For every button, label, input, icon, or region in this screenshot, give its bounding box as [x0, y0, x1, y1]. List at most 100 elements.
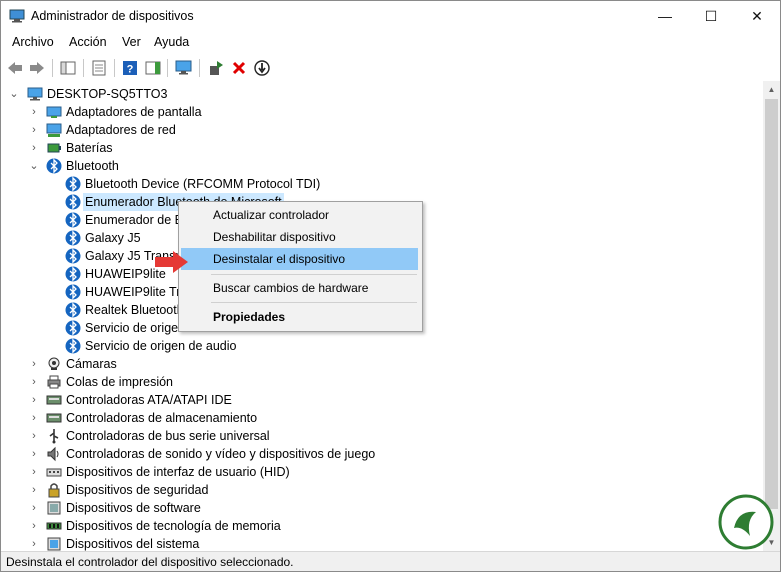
tree-category[interactable]: › Adaptadores de pantalla — [1, 103, 701, 121]
tree-category[interactable]: › Adaptadores de red — [1, 121, 701, 139]
update-driver-icon — [210, 61, 223, 75]
menu-archivo[interactable]: Archivo — [12, 35, 54, 49]
toolbar-separator — [199, 59, 200, 77]
menu-item-update-driver[interactable]: Actualizar controlador — [181, 204, 418, 226]
chevron-right-icon[interactable]: › — [29, 373, 39, 391]
status-text: Desinstala el controlador del dispositiv… — [6, 555, 294, 569]
chevron-right-icon[interactable]: › — [29, 427, 39, 445]
bluetooth-icon — [65, 266, 81, 282]
minimize-button[interactable]: — — [642, 1, 688, 31]
menu-ayuda[interactable]: Ayuda — [154, 35, 189, 49]
tree-category[interactable]: › Dispositivos de seguridad — [1, 481, 701, 499]
scroll-up-button[interactable]: ▲ — [763, 81, 780, 98]
tree-category[interactable]: › Controladoras ATA/ATAPI IDE — [1, 391, 701, 409]
properties-button[interactable] — [89, 58, 109, 78]
red-x-icon — [232, 61, 246, 75]
back-arrow-icon — [8, 62, 22, 74]
menu-item-scan-hardware[interactable]: Buscar cambios de hardware — [181, 277, 418, 299]
tree-category[interactable]: › Dispositivos de tecnología de memoria — [1, 517, 701, 535]
category-label: Controladoras ATA/ATAPI IDE — [66, 393, 232, 407]
tree-category[interactable]: › Cámaras — [1, 355, 701, 373]
svg-text:?: ? — [127, 64, 134, 76]
tree-category[interactable]: › Baterías — [1, 139, 701, 157]
vertical-scrollbar[interactable]: ▲ ▼ — [763, 81, 780, 551]
category-label: Adaptadores de pantalla — [66, 105, 202, 119]
device-manager-icon — [9, 9, 25, 23]
disable-device-button[interactable] — [252, 58, 272, 78]
category-label: Baterías — [66, 141, 113, 155]
chevron-right-icon[interactable]: › — [29, 139, 39, 157]
bluetooth-icon — [65, 230, 81, 246]
tree-category[interactable]: › Colas de impresión — [1, 373, 701, 391]
chevron-right-icon[interactable]: › — [29, 481, 39, 499]
menu-ver[interactable]: Ver — [122, 35, 141, 49]
maximize-button[interactable]: ☐ — [688, 1, 734, 31]
toolbar-separator — [83, 59, 84, 77]
down-arrow-circle-icon — [254, 60, 270, 76]
tree-category[interactable]: › Controladoras de almacenamiento — [1, 409, 701, 427]
menu-accion[interactable]: Acción — [69, 35, 107, 49]
chevron-right-icon[interactable]: › — [29, 121, 39, 139]
menu-item-properties[interactable]: Propiedades — [181, 306, 418, 328]
bluetooth-icon — [65, 320, 81, 336]
chevron-right-icon[interactable]: › — [29, 103, 39, 121]
device-label: Realtek Bluetooth — [85, 303, 184, 317]
category-label: Adaptadores de red — [66, 123, 176, 137]
update-driver-button[interactable] — [206, 58, 226, 78]
tree-category[interactable]: › Dispositivos de interfaz de usuario (H… — [1, 463, 701, 481]
chevron-right-icon[interactable]: › — [29, 499, 39, 517]
menu-separator — [211, 302, 417, 303]
toolbar: ? — [1, 55, 780, 82]
camera-icon — [48, 357, 60, 370]
show-hide-console-tree-button[interactable] — [58, 58, 78, 78]
chevron-right-icon[interactable]: › — [29, 463, 39, 481]
menu-item-disable-device[interactable]: Deshabilitar dispositivo — [181, 226, 418, 248]
category-label: Colas de impresión — [66, 375, 173, 389]
tree-root[interactable]: ⌄ DESKTOP-SQ5TTO3 — [1, 85, 701, 103]
category-label: Dispositivos del sistema — [66, 537, 200, 551]
device-label: Galaxy J5 — [85, 231, 141, 245]
action-pane-icon — [145, 61, 161, 75]
chevron-right-icon[interactable]: › — [29, 355, 39, 373]
tree-category[interactable]: › Controladoras de sonido y vídeo y disp… — [1, 445, 701, 463]
computer-icon — [27, 87, 43, 101]
system-device-icon — [47, 537, 61, 551]
chevron-right-icon[interactable]: › — [29, 535, 39, 551]
tree-device[interactable]: Servicio de origen de audio — [1, 337, 701, 355]
category-label: Dispositivos de interfaz de usuario (HID… — [66, 465, 290, 479]
red-arrow-icon — [155, 251, 188, 273]
help-icon: ? — [123, 61, 137, 76]
storage-controller-icon — [46, 413, 62, 423]
bluetooth-icon — [65, 338, 81, 354]
chevron-down-icon[interactable]: ⌄ — [29, 157, 39, 175]
tree-category[interactable]: › Dispositivos del sistema — [1, 535, 701, 551]
back-button[interactable] — [5, 58, 25, 78]
chevron-right-icon[interactable]: › — [29, 409, 39, 427]
bluetooth-icon — [65, 302, 81, 318]
forward-button[interactable] — [27, 58, 47, 78]
tree-category[interactable]: › Dispositivos de software — [1, 499, 701, 517]
uninstall-device-button[interactable] — [229, 58, 249, 78]
help-button[interactable]: ? — [120, 58, 140, 78]
action-pane-button[interactable] — [143, 58, 163, 78]
chevron-down-icon[interactable]: ⌄ — [9, 85, 19, 103]
console-tree-icon — [60, 61, 76, 75]
window-title: Administrador de dispositivos — [31, 9, 194, 23]
chevron-right-icon[interactable]: › — [29, 517, 39, 535]
network-adapter-icon — [46, 123, 62, 137]
menu-item-uninstall-device[interactable]: Desinstalar el dispositivo — [181, 248, 418, 270]
close-button[interactable]: ✕ — [734, 1, 780, 31]
tree-device[interactable]: Bluetooth Device (RFCOMM Protocol TDI) — [1, 175, 701, 193]
chevron-right-icon[interactable]: › — [29, 445, 39, 463]
tree-category-bluetooth[interactable]: ⌄ Bluetooth — [1, 157, 701, 175]
category-label: Cámaras — [66, 357, 117, 371]
hid-icon — [46, 468, 62, 477]
tree-category[interactable]: › Controladoras de bus serie universal — [1, 427, 701, 445]
scroll-thumb[interactable] — [765, 99, 778, 509]
menu-bar: Archivo Acción Ver Ayuda — [1, 32, 780, 54]
toolbar-separator — [167, 59, 168, 77]
bluetooth-icon — [65, 194, 81, 210]
bluetooth-icon — [46, 158, 62, 174]
chevron-right-icon[interactable]: › — [29, 391, 39, 409]
scan-hardware-button[interactable] — [174, 58, 194, 78]
